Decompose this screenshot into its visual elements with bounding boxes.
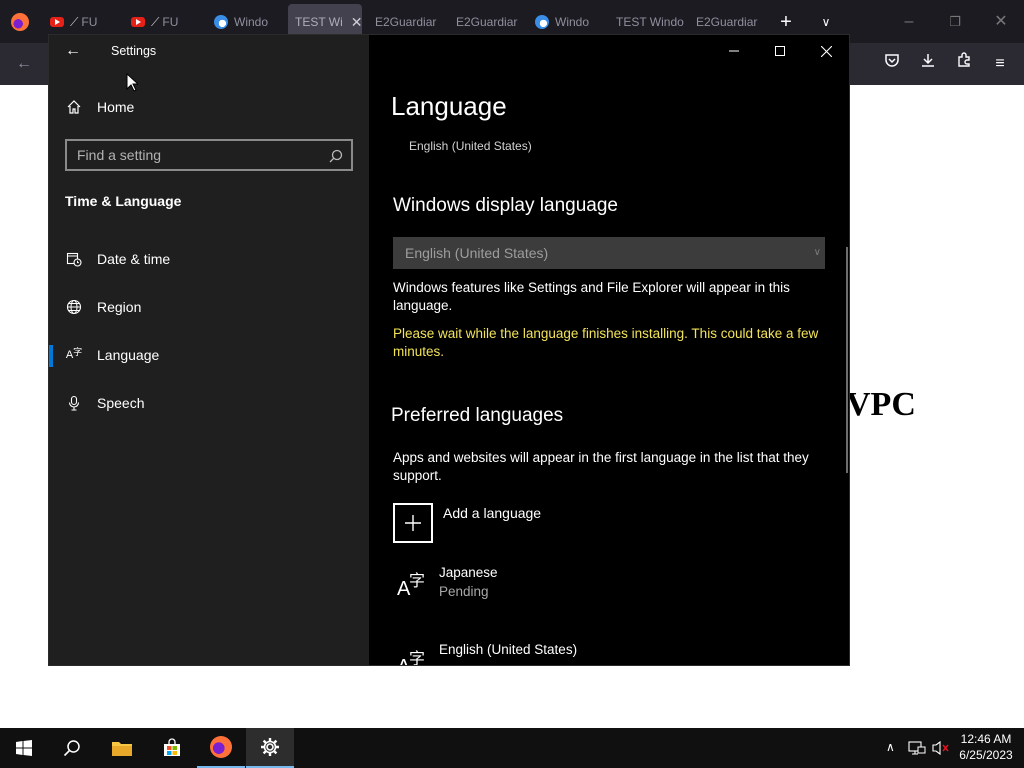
window-title: Settings (111, 44, 157, 58)
firefox-menu-icon[interactable] (11, 13, 29, 31)
tab-label: Windo (555, 15, 590, 29)
search-input[interactable] (77, 147, 317, 163)
youtube-icon (50, 17, 64, 27)
show-hidden-icons-icon[interactable]: ∧ (886, 740, 895, 754)
minimize-button[interactable] (711, 35, 757, 67)
preferred-languages-description: Apps and websites will appear in the fir… (393, 450, 809, 483)
language-item-status: Pending (439, 584, 489, 599)
microphone-icon (66, 395, 82, 411)
close-tab-icon[interactable]: ✕ (351, 14, 362, 31)
search-button[interactable] (48, 728, 96, 768)
tab-label: Windo (234, 15, 269, 29)
system-clock[interactable]: 12:46 AM 6/25/2023 (948, 731, 1024, 763)
sidebar-item-label: Language (97, 347, 160, 363)
sidebar-item-region[interactable]: Region (49, 287, 369, 327)
search-icon[interactable] (329, 141, 343, 169)
download-icon[interactable] (916, 52, 940, 76)
search-field[interactable] (65, 139, 353, 171)
display-language-description: Windows features like Settings and File … (393, 280, 790, 313)
language-icon: A字 (397, 571, 426, 600)
sidebar-item-label: Speech (97, 395, 145, 411)
sidebar-item-label: Date & time (97, 251, 171, 267)
language-icon: A字 (65, 346, 83, 362)
selection-indicator (49, 345, 53, 367)
tab-label: FU (162, 15, 179, 29)
edge-icon (214, 15, 228, 29)
back-arrow-icon[interactable]: ← (12, 52, 36, 76)
taskbar: ∧ 12:46 AM 6/25/2023 (0, 728, 1024, 768)
store-icon (164, 738, 180, 756)
sidebar-item-date-time[interactable]: Date & time (49, 239, 369, 279)
settings-sidebar: ← Settings Home Time & Language Date & t… (49, 35, 369, 665)
settings-content: Language English (United States) Windows… (369, 35, 849, 666)
windows-logo-icon (16, 740, 32, 756)
settings-window: ← Settings Home Time & Language Date & t… (48, 34, 850, 666)
current-language-text: English (United States) (409, 139, 532, 153)
home-label: Home (97, 99, 135, 115)
hamburger-menu-icon[interactable]: ≡ (988, 52, 1012, 76)
plus-icon (405, 515, 421, 531)
mouse-cursor-icon (126, 72, 140, 97)
tab-label: TEST Wi (295, 15, 343, 29)
tab-label: E2Guardiar (456, 15, 518, 29)
add-language-label[interactable]: Add a language (443, 505, 541, 521)
close-button[interactable] (803, 35, 849, 67)
chevron-down-icon[interactable]: ∨ (814, 10, 838, 34)
close-icon[interactable]: ✕ (989, 10, 1013, 34)
sidebar-item-label: Region (97, 299, 142, 315)
pocket-icon[interactable] (880, 52, 904, 76)
gear-icon (261, 738, 279, 756)
extensions-icon[interactable] (952, 52, 976, 76)
tab-label: TEST Windo (616, 15, 684, 29)
display-language-heading: Windows display language (393, 195, 618, 216)
sidebar-item-speech[interactable]: Speech (49, 383, 369, 423)
maximize-button[interactable] (757, 35, 803, 67)
firefox-icon (210, 736, 232, 758)
store-button[interactable] (148, 728, 196, 768)
display-language-dropdown[interactable]: English (United States) ∨ (393, 237, 825, 269)
install-warning-text: Please wait while the language finishes … (393, 326, 819, 359)
sidebar-item-language[interactable]: A字 Language (49, 335, 369, 375)
clock-date: 6/25/2023 (959, 748, 1013, 762)
folder-icon (112, 742, 132, 756)
search-icon (63, 740, 80, 757)
restore-icon[interactable]: ❐ (943, 10, 967, 34)
network-icon[interactable] (908, 740, 926, 761)
preferred-languages-heading: Preferred languages (391, 405, 564, 426)
wand-icon: ⟋ (151, 14, 160, 29)
home-icon (66, 99, 82, 115)
minimize-icon[interactable]: – (897, 10, 921, 34)
start-button[interactable] (0, 728, 48, 768)
add-language-button[interactable] (393, 503, 433, 543)
language-item-name[interactable]: Japanese (439, 565, 498, 580)
calendar-clock-icon (66, 251, 82, 267)
scrollbar[interactable] (846, 247, 848, 473)
tab-label: E2Guardiar (375, 15, 437, 29)
language-icon: A字 (397, 649, 426, 666)
page-title: Language (391, 91, 507, 121)
section-title: Time & Language (65, 193, 182, 209)
dropdown-value: English (United States) (405, 245, 549, 261)
back-arrow-icon[interactable]: ← (61, 39, 85, 63)
firefox-taskbar-button[interactable] (197, 728, 245, 768)
new-tab-icon[interactable]: + (774, 10, 798, 34)
file-explorer-button[interactable] (98, 728, 146, 768)
globe-icon (66, 299, 82, 315)
page-heading: VPC (846, 386, 916, 423)
youtube-icon (131, 17, 145, 27)
language-item-name[interactable]: English (United States) (439, 642, 577, 657)
edge-icon (535, 15, 549, 29)
clock-time: 12:46 AM (960, 732, 1012, 746)
wand-icon: ⟋ (70, 14, 79, 29)
tab-label: FU (81, 15, 98, 29)
chevron-down-icon: ∨ (813, 247, 821, 258)
tab-label: E2Guardiar (696, 15, 758, 29)
home-nav-item[interactable]: Home (49, 87, 369, 127)
settings-taskbar-button[interactable] (246, 728, 294, 768)
